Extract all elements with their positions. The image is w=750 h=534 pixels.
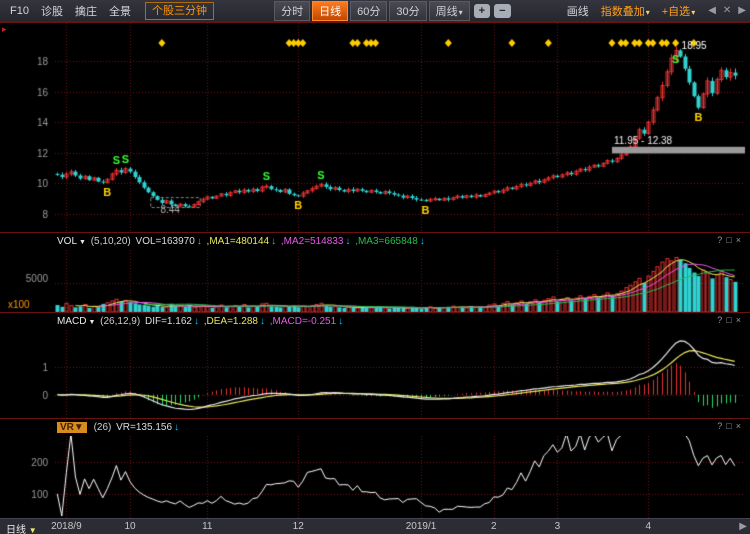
header-segment: ↓ [420,236,425,247]
catch-banker-button[interactable]: 擒庄 [75,3,97,19]
period-daily-button[interactable]: 日线 [312,1,348,21]
f10-button[interactable]: F10 [10,5,29,17]
header-segment: ↓ [197,236,202,247]
period-weekly-button[interactable]: 周线▾ [429,1,470,21]
date-label: 2018/9 [44,521,88,532]
header-segment: ,MA2=514833 [278,236,343,247]
chevron-down-icon: ▾ [459,8,463,17]
top-toolbar: F10 诊股 擒庄 全景 个股三分钟 分时 日线 60分 30分 周线▾ + −… [0,0,750,22]
period-indicator-label: 日线 [6,525,26,534]
chevron-down-icon: ▼ [29,526,37,534]
period-weekly-label: 周线 [436,6,458,18]
header-segment: ▼ [88,319,95,326]
stock-app-window: F10 诊股 擒庄 全景 个股三分钟 分时 日线 60分 30分 周线▾ + −… [0,0,750,534]
header-segment: ↓ [260,316,265,327]
period-intraday-button[interactable]: 分时 [274,1,310,21]
header-segment: ▼ [79,239,86,246]
candlestick-chart-canvas[interactable] [0,23,750,233]
date-label: 10 [108,521,152,532]
header-segment: ↓ [345,236,350,247]
header-segment: VOL [57,236,77,247]
help-icon: ? [717,421,726,431]
close-panel-icon: × [736,235,745,245]
add-watchlist-label: +自选 [662,6,690,18]
date-label: 2 [472,521,516,532]
index-overlay-label: 指数叠加 [601,6,645,18]
vr-header: VR▼ (26) VR=135.156↓ ?□× [0,419,750,436]
draw-line-button[interactable]: 画线 [567,3,589,19]
macd-panel-controls[interactable]: ?□× [717,315,745,325]
close-window-icon[interactable]: ✕ [723,5,731,16]
stock-3min-button[interactable]: 个股三分钟 [145,2,214,20]
vr-panel-controls[interactable]: ?□× [717,421,745,431]
header-segment: (26) [91,422,112,433]
pin-icon: □ [726,421,735,431]
panorama-button[interactable]: 全景 [109,3,131,19]
diagnose-stock-button[interactable]: 诊股 [41,3,63,19]
period-indicator[interactable]: 日线 ▼ [6,521,37,534]
close-panel-icon: × [736,315,745,325]
index-overlay-button[interactable]: 指数叠加▾ [601,3,650,19]
header-segment: (5,10,20) [88,236,131,247]
volume-panel: ▸ VOL▼ (5,10,20) VOL=163970↓ ,MA1=480144… [0,232,750,312]
period-30min-button[interactable]: 30分 [389,1,426,21]
header-segment: (26,12,9) [97,316,140,327]
next-window-icon[interactable]: ▶ [738,5,746,16]
period-60min-button[interactable]: 60分 [350,1,387,21]
zoom-in-button[interactable]: + [474,4,490,18]
macd-indicator-values[interactable]: MACD▼ (26,12,9) DIF=1.162↓ ,DEA=1.288↓ ,… [57,316,345,327]
header-segment: MACD [57,316,86,327]
header-segment: VR=135.156 [113,422,172,433]
header-segment: ↓ [338,316,343,327]
header-segment: DIF=1.162 [142,316,192,327]
pin-icon: □ [726,235,735,245]
pin-icon: □ [726,315,735,325]
volume-panel-controls[interactable]: ?□× [717,235,745,245]
volume-indicator-values[interactable]: VOL▼ (5,10,20) VOL=163970↓ ,MA1=480144↓ … [57,236,427,247]
date-label: 2019/1 [399,521,443,532]
header-segment: VR▼ [57,422,87,433]
vr-panel: ▸ VR▼ (26) VR=135.156↓ ?□× [0,418,750,518]
scroll-right-icon[interactable]: ▶ [739,521,747,532]
date-label: 11 [185,521,229,532]
chevron-down-icon: ▾ [646,8,650,17]
chevron-down-icon: ▾ [691,8,695,17]
main-chart-panel: ▸ [0,22,750,232]
close-panel-icon: × [736,421,745,431]
date-axis-bar: 日线 ▼ 2018/9 10 11 12 2019/1 2 3 4 ▶ [0,518,750,534]
header-segment: ,MA3=665848 [352,236,417,247]
help-icon: ? [717,235,726,245]
date-label: 3 [535,521,579,532]
macd-chart-canvas[interactable] [0,330,750,419]
macd-header: MACD▼ (26,12,9) DIF=1.162↓ ,DEA=1.288↓ ,… [0,313,750,330]
date-label: 12 [276,521,320,532]
help-icon: ? [717,315,726,325]
header-segment: ↓ [174,422,179,433]
header-segment: ↓ [194,316,199,327]
prev-window-icon[interactable]: ◀ [708,5,716,16]
zoom-out-button[interactable]: − [494,4,510,18]
header-segment: ↓ [271,236,276,247]
header-segment: ,DEA=1.288 [201,316,258,327]
vr-chart-canvas[interactable] [0,436,750,519]
add-watchlist-button[interactable]: +自选▾ [662,3,695,19]
vr-indicator-values[interactable]: VR▼ (26) VR=135.156↓ [57,422,181,433]
header-segment: ,MA1=480144 [204,236,269,247]
volume-chart-canvas[interactable] [0,250,750,313]
date-label: 4 [626,521,670,532]
header-segment: VOL=163970 [133,236,195,247]
volume-header: VOL▼ (5,10,20) VOL=163970↓ ,MA1=480144↓ … [0,233,750,250]
header-segment: ,MACD=-0.251 [267,316,336,327]
macd-panel: ▸ MACD▼ (26,12,9) DIF=1.162↓ ,DEA=1.288↓… [0,312,750,418]
